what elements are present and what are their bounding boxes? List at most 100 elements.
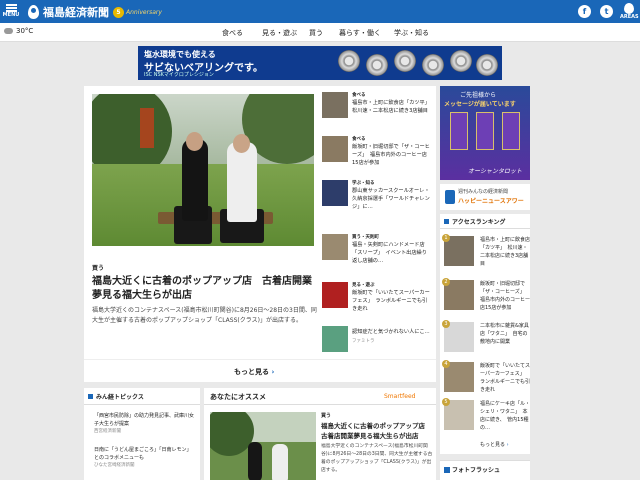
bearing-image [366,54,388,76]
topic-item[interactable]: 「西宮市民防除」の助力発見記事、武庫川女子大生らが提案 西宮経済新聞 [94,412,194,436]
recommend-title[interactable]: 福島大近くに古着のポップアップ店 古着店開業夢見る福大生らが出店 [321,421,433,441]
twitter-icon[interactable]: t [600,5,613,18]
article-title: 認知症だと気づかれない人にこ… [352,329,430,335]
areas-label: AREAS [620,14,639,20]
ad-line-3: オーシャンタロット [468,168,522,175]
article-title: 郡山東サッカースクールオーレ・久納京採選手「ワールドチャレンジ」に… [352,188,430,210]
ranking-title: 飯坂町で「いいたてスーパーカーフェス」 ランボルギーニでも引き走れ [480,363,531,393]
cloud-icon [4,28,13,34]
hero-title[interactable]: 福島大近くに古着のポップアップ店 古着店開業夢見る福大生らが出店 [92,275,318,303]
square-icon [444,219,449,224]
flash-heading: フォトフラッシュ [452,467,501,474]
topic-source: ひなた宮崎経済新聞 [94,463,135,468]
article-thumbnail [322,180,348,206]
list-item[interactable]: 買う・天則町 福島・矢剣町にハンドメード店「スリープ」 イベント出店繰り返し店舗… [322,234,430,278]
topic-title: 「西宮市民防除」の助力発見記事、武庫川女子大生らが提案 [94,413,195,427]
main-feature: 買う 福島大近くに古着のポップアップ店 古着店開業夢見る福大生らが出店 福島大学… [84,86,436,382]
facebook-icon[interactable]: f [578,5,591,18]
nav-item-buy[interactable]: 買う [309,28,339,38]
happy-news-banner[interactable]: 週刊みんなの経済新聞 ハッピーニュースアワー [440,184,530,210]
article-title: 飯坂町で「いいたてスーパーカーフェス」 ランボルギーニでも引き走れ [352,290,430,312]
nav-item-eat[interactable]: 食べる [222,28,262,38]
topic-item[interactable]: 日南に「うどん屋まごころ」「日南レモン」とのコラボメニューも ひなた宮崎経済新聞 [94,446,194,470]
site-logo[interactable]: 福島経済新聞 5 Anniversary [28,3,162,21]
nav-item-live[interactable]: 暮らす・働く [339,28,394,38]
bearing-image [422,54,444,76]
topic-source: 西宮経済新聞 [94,429,121,434]
ad-brand: ISC NSKマイクロプレシジョン [144,72,214,78]
article-category: 食べる [352,93,366,98]
topics-header: みん経トピックス [84,388,200,405]
article-title: 福島・矢剣町にハンドメード店「スリープ」 イベント出店繰り返し店舗の… [352,242,427,264]
rank-number: 2 [442,278,450,286]
ranking-item[interactable]: 2 飯坂町・旧堀切邸で「ザ・コーヒーズ」 福島市内外のコーヒー店15店が参加 [440,278,530,318]
photo-flash: フォトフラッシュ [440,460,530,480]
chevron-right-icon: › [506,442,509,448]
article-thumbnail [322,234,348,260]
more-link[interactable]: もっと見る › [234,367,274,377]
access-ranking: アクセスランキング 1 福島市・上町に飲食店「カツ平」 松川速・二本松店に続き3… [440,214,530,454]
ranking-item[interactable]: 5 福島にケーキ店「ル・シェリ・ワタニ」 本店に続き、 管内15種の… [440,398,531,438]
ranking-header: アクセスランキング [440,214,530,229]
bearing-image [338,50,360,72]
list-item[interactable]: 認知症だと気づかれない人にこ… ファミトラ [322,326,430,370]
banner-line-1: 週刊みんなの経済新聞 [458,189,509,195]
top-banner-ad[interactable]: 塩水環境でも使える サビないベアリングです。 ISC NSKマイクロプレシジョン [138,46,502,80]
chevron-right-icon: › [271,368,275,376]
recommend-heading: あなたにオススメ [210,393,266,401]
sub-header: 30°C 食べる 見る・遊ぶ 買う 暮らす・働く 学ぶ・知る [0,23,640,42]
recommend-section: あなたにオススメ Smartfeed 買う 福島大近くに古着のポップアップ店 古… [204,388,436,480]
ranking-item[interactable]: 3 二本松市に雑貨&家具店「ワタニ」 自宅の敷地内に開業 [440,320,530,360]
ranking-title: 福島市・上町に飲食店「カツ平」 松川速・二本松店に続き3店舗目 [480,237,531,267]
rank-number: 3 [442,320,450,328]
tarot-card-image [450,112,468,150]
areas-button[interactable]: AREAS [620,3,639,21]
ranking-title: 二本松市に雑貨&家具店「ワタニ」 自宅の敷地内に開業 [480,323,529,345]
ranking-item[interactable]: 4 飯坂町で「いいたてスーパーカーフェス」 ランボルギーニでも引き走れ [440,360,531,400]
hero-description: 福島大学近くのコンテナスペース(福島市松川町関谷)に8月26日～28日の3日間、… [92,307,317,324]
category-nav: 食べる 見る・遊ぶ 買う 暮らす・働く 学ぶ・知る [222,28,444,38]
bearing-image [394,50,416,72]
list-item[interactable]: 食べる 飯坂町・旧堀切邸で「ザ・コーヒーズ」 福島市内外のコーヒー店15店が参加 [322,136,430,180]
ranking-more-link[interactable]: もっと見る › [480,441,509,448]
ranking-title: 福島にケーキ店「ル・シェリ・ワタニ」 本店に続き、 管内15種の… [480,401,531,431]
hero-category[interactable]: 買う [92,263,104,272]
ranking-item[interactable]: 1 福島市・上町に飲食店「カツ平」 松川速・二本松店に続き3店舗目 [440,234,531,274]
article-thumbnail [322,136,348,162]
recommend-thumbnail[interactable] [210,412,316,480]
nav-item-learn[interactable]: 学ぶ・知る [394,28,444,38]
map-pin-icon [28,5,39,19]
topics-heading: みん経トピックス [96,394,144,401]
anniversary-text: Anniversary [126,8,162,16]
menu-label: MENU [2,12,20,18]
site-name: 福島経済新聞 [43,6,109,19]
rank-number: 1 [442,234,450,242]
article-category: 学ぶ・知る [352,181,375,186]
square-icon [88,394,93,399]
article-thumbnail [322,282,348,308]
topic-title: 日南に「うどん屋まごころ」「日南レモン」とのコラボメニューも [94,447,192,461]
side-banner-ad[interactable]: ご先祖様から メッセージが届いています オーシャンタロット [440,86,530,180]
list-item[interactable]: 学ぶ・知る 郡山東サッカースクールオーレ・久納京採選手「ワールドチャレンジ」に… [322,180,430,224]
menu-button[interactable]: MENU [2,2,20,22]
tarot-card-image [476,112,494,150]
banner-line-2: ハッピーニュースアワー [458,198,524,205]
hero-image[interactable] [92,94,314,246]
article-thumbnail [322,326,348,352]
article-category: 買う・天則町 [352,235,379,240]
hamburger-icon [5,4,17,12]
article-category: 食べる [352,137,366,142]
article-sponsor: ファミトラ [352,339,375,344]
location-icon [624,3,634,14]
ranking-heading: アクセスランキング [452,219,506,226]
bearing-image [450,50,472,72]
square-icon [444,467,450,473]
list-item[interactable]: 食べる 福島市・上町に飲食店「カツ平」 松川速・二本松店に続き3店舗目 [322,92,432,136]
more-label: もっと見る [234,368,269,376]
rank-number: 4 [442,360,450,368]
list-item[interactable]: 見る・遊ぶ 飯坂町で「いいたてスーパーカーフェス」 ランボルギーニでも引き走れ [322,282,430,326]
nav-item-see[interactable]: 見る・遊ぶ [262,28,309,38]
tarot-card-image [502,112,520,150]
bearing-image [476,54,498,76]
recommend-description: 福島大学近くのコンテナスペース(福島市松川町関谷)に8月26日～28日の3日間、… [321,444,433,473]
